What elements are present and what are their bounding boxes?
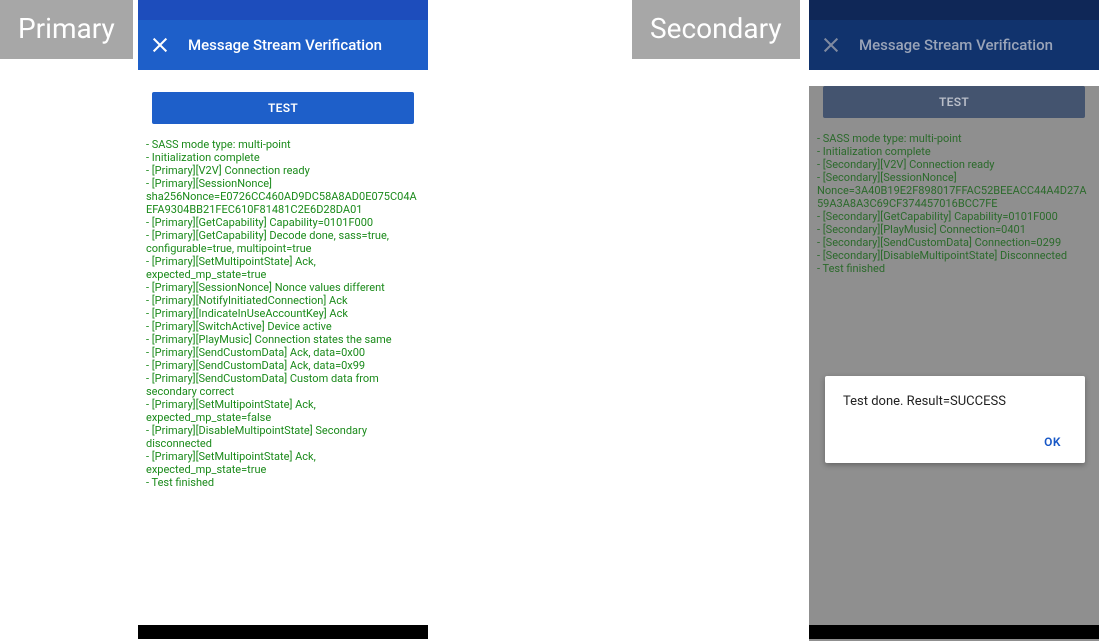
log-line: - SASS mode type: multi-point (817, 132, 1091, 145)
log-line: - [Primary][SetMultipointState] Ack, exp… (146, 398, 420, 424)
log-line: - Test finished (146, 476, 420, 489)
log-line: - [Primary][GetCapability] Decode done, … (146, 229, 420, 255)
ok-button[interactable]: OK (1038, 431, 1067, 453)
log-line: - [Primary][SessionNonce] Nonce values d… (146, 281, 420, 294)
page-title: Message Stream Verification (188, 36, 382, 54)
dim-overlay: TEST - SASS mode type: multi-point - Ini… (809, 86, 1099, 641)
log-output: - SASS mode type: multi-point - Initiali… (142, 138, 424, 489)
log-output: - SASS mode type: multi-point - Initiali… (813, 132, 1095, 275)
log-line: - Initialization complete (817, 145, 1091, 158)
log-line: - [Primary][SetMultipointState] Ack, exp… (146, 255, 420, 281)
log-line: - [Secondary][GetCapability] Capability=… (817, 210, 1091, 223)
close-icon[interactable] (823, 37, 839, 53)
log-line: - Test finished (817, 262, 1091, 275)
app-bar: Message Stream Verification (138, 20, 428, 70)
content-area: TEST - SASS mode type: multi-point - Ini… (809, 86, 1099, 275)
nav-bar (138, 625, 428, 639)
secondary-label-tag: Secondary (632, 0, 800, 59)
log-line: - SASS mode type: multi-point (146, 138, 420, 151)
nav-bar (809, 625, 1099, 639)
log-line: - [Primary][SendCustomData] Custom data … (146, 372, 420, 398)
log-line: - [Primary][PlayMusic] Connection states… (146, 333, 420, 346)
log-line: - [Primary][SetMultipointState] Ack, exp… (146, 450, 420, 476)
log-line: - [Primary][V2V] Connection ready (146, 164, 420, 177)
secondary-device-frame: Message Stream Verification TEST - SASS … (809, 0, 1099, 639)
log-line: - [Primary][GetCapability] Capability=01… (146, 216, 420, 229)
primary-device-frame: Message Stream Verification TEST - SASS … (138, 0, 428, 639)
page-title: Message Stream Verification (859, 36, 1053, 54)
log-line: - [Secondary][PlayMusic] Connection=0401 (817, 223, 1091, 236)
app-bar: Message Stream Verification (809, 20, 1099, 70)
dialog-message: Test done. Result=SUCCESS (843, 394, 1067, 409)
log-line: - [Primary][NotifyInitiatedConnection] A… (146, 294, 420, 307)
log-line: - [Primary][SendCustomData] Ack, data=0x… (146, 359, 420, 372)
test-button[interactable]: TEST (823, 86, 1085, 118)
log-line: - [Secondary][SessionNonce] Nonce=3A40B1… (817, 171, 1091, 210)
log-line: - Initialization complete (146, 151, 420, 164)
test-button[interactable]: TEST (152, 92, 414, 124)
log-line: - [Secondary][SendCustomData] Connection… (817, 236, 1091, 249)
log-line: - [Primary][IndicateInUseAccountKey] Ack (146, 307, 420, 320)
log-line: - [Primary][DisableMultipointState] Seco… (146, 424, 420, 450)
log-line: - [Primary][SessionNonce] sha256Nonce=E0… (146, 177, 420, 216)
primary-label-tag: Primary (0, 0, 133, 59)
log-line: - [Primary][SwitchActive] Device active (146, 320, 420, 333)
status-bar (138, 0, 428, 20)
content-area: TEST - SASS mode type: multi-point - Ini… (138, 70, 428, 489)
close-icon[interactable] (152, 37, 168, 53)
log-line: - [Secondary][V2V] Connection ready (817, 158, 1091, 171)
status-bar (809, 0, 1099, 20)
log-line: - [Secondary][DisableMultipointState] Di… (817, 249, 1091, 262)
result-dialog: Test done. Result=SUCCESS OK (825, 376, 1085, 463)
log-line: - [Primary][SendCustomData] Ack, data=0x… (146, 346, 420, 359)
